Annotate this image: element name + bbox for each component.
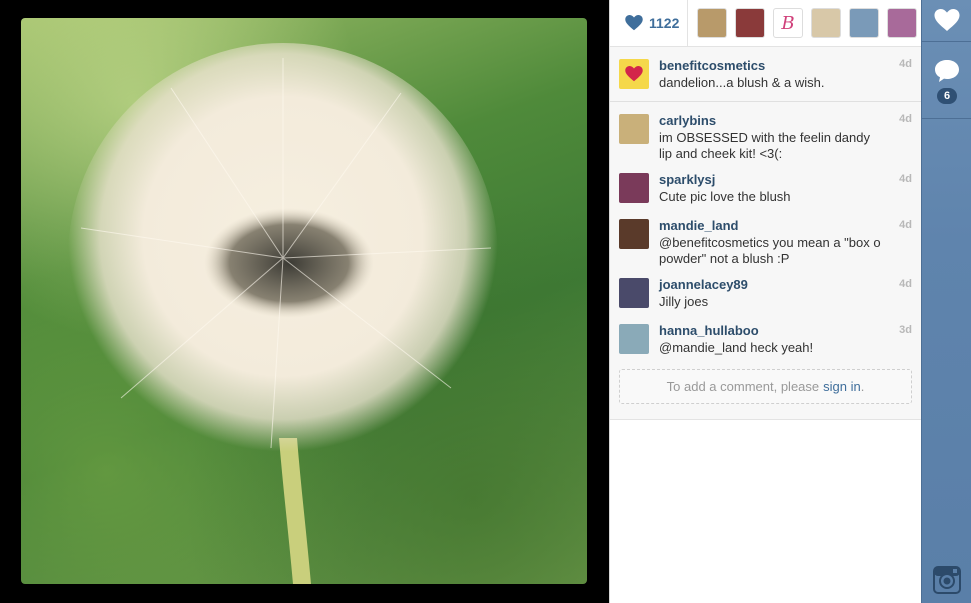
dandelion-illustration xyxy=(68,43,498,584)
comment-item: hanna_hullaboo @mandie_land heck yeah! 3… xyxy=(619,313,912,359)
comment-list: carlybins im OBSESSED with the feelin da… xyxy=(610,102,921,359)
instagram-camera-icon xyxy=(933,566,961,594)
comment-item: carlybins im OBSESSED with the feelin da… xyxy=(619,102,912,162)
like-count[interactable]: 1122 xyxy=(610,0,688,47)
add-comment-suffix: . xyxy=(860,379,865,394)
comment-username[interactable]: hanna_hullaboo xyxy=(659,323,886,339)
photo-dandelion[interactable] xyxy=(21,18,587,584)
comment-text: Cute pic love the blush xyxy=(659,189,791,204)
liker-avatar[interactable] xyxy=(849,8,879,38)
caption: benefitcosmetics dandelion...a blush & a… xyxy=(610,47,921,102)
heart-logo-icon xyxy=(625,66,643,82)
comment-item: mandie_land @benefitcosmetics you mean a… xyxy=(619,208,912,267)
comment-text: im OBSESSED with the feelin dandy lip an… xyxy=(659,130,870,161)
liker-avatar[interactable] xyxy=(811,8,841,38)
comments-sidebar: 1122 B benefitcosmetics dandelion...a bl… xyxy=(609,0,921,603)
sign-in-link[interactable]: sign in xyxy=(823,379,861,394)
sidebar-empty-area xyxy=(610,419,921,603)
comment-username[interactable]: sparklysj xyxy=(659,172,886,188)
liker-avatar[interactable]: B xyxy=(773,8,803,38)
comment-avatar[interactable] xyxy=(619,114,649,144)
add-comment-text: To add a comment, please xyxy=(666,379,820,394)
caption-text: dandelion...a blush & a wish. xyxy=(659,75,825,90)
comment-timestamp: 4d xyxy=(899,219,912,231)
liker-avatar[interactable] xyxy=(697,8,727,38)
comment-username[interactable]: mandie_land xyxy=(659,218,886,234)
like-button[interactable] xyxy=(922,0,971,42)
comment-count-badge: 6 xyxy=(936,88,958,104)
comment-username[interactable]: joannelacey89 xyxy=(659,277,886,293)
comment-text: @benefitcosmetics you mean a "box o powd… xyxy=(659,235,881,266)
comment-text: @mandie_land heck yeah! xyxy=(659,340,814,355)
comment-text: Jilly joes xyxy=(659,294,709,309)
comment-timestamp: 3d xyxy=(899,324,912,336)
action-rail: 6 xyxy=(921,0,971,603)
caption-avatar[interactable] xyxy=(619,59,649,89)
comment-username[interactable]: carlybins xyxy=(659,113,886,129)
photo-pane xyxy=(0,0,609,603)
comment-avatar[interactable] xyxy=(619,324,649,354)
comment-avatar[interactable] xyxy=(619,173,649,203)
heart-icon xyxy=(625,15,643,31)
liker-avatar[interactable] xyxy=(887,8,917,38)
comment-avatar[interactable] xyxy=(619,219,649,249)
caption-timestamp: 4d xyxy=(899,58,912,70)
caption-username[interactable]: benefitcosmetics xyxy=(659,58,886,74)
heart-icon xyxy=(934,9,960,31)
comment-item: joannelacey89 Jilly joes 4d xyxy=(619,267,912,313)
comment-timestamp: 4d xyxy=(899,173,912,185)
like-count-value: 1122 xyxy=(649,15,680,31)
comment-timestamp: 4d xyxy=(899,113,912,125)
liker-avatar[interactable] xyxy=(735,8,765,38)
comment-timestamp: 4d xyxy=(899,278,912,290)
likes-bar: 1122 B xyxy=(610,0,921,47)
comment-avatar[interactable] xyxy=(619,278,649,308)
comment-bubble-icon xyxy=(935,60,959,82)
comment-item: sparklysj Cute pic love the blush 4d xyxy=(619,162,912,208)
comment-button[interactable]: 6 xyxy=(922,43,971,119)
instagram-button[interactable] xyxy=(922,565,971,595)
add-comment-prompt: To add a comment, please sign in. xyxy=(619,369,912,404)
likers-list: B xyxy=(688,8,917,38)
